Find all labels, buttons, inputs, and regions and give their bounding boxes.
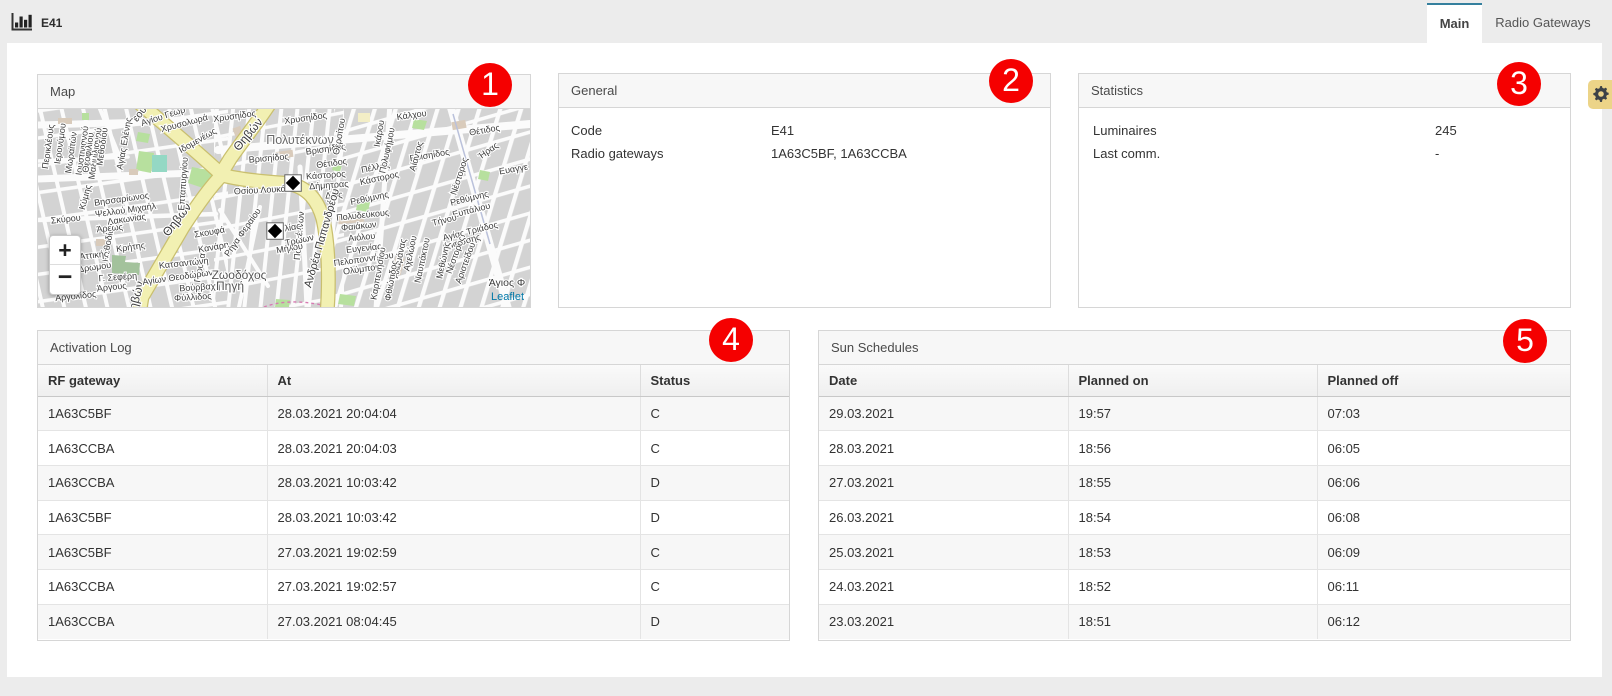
svg-text:Άγιος Φ: Άγιος Φ (489, 277, 526, 289)
svg-text:Πηγή: Πηγή (216, 279, 244, 293)
